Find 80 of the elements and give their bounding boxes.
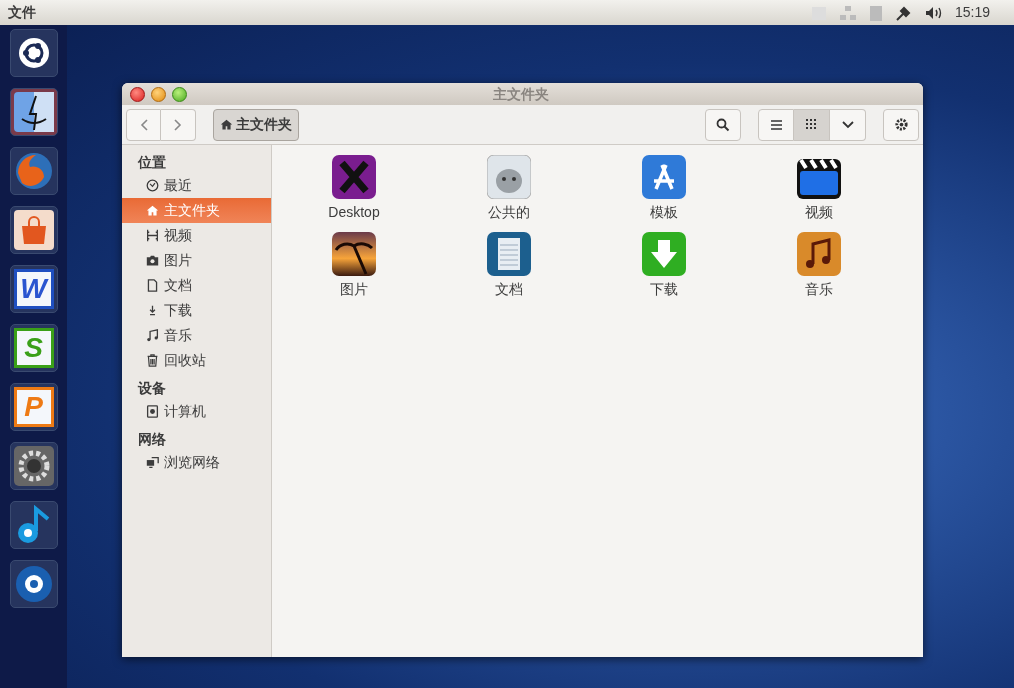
folder-label: 视频 [805, 203, 833, 222]
sidebar-label: 计算机 [164, 402, 206, 421]
folder-item[interactable]: 音乐 [764, 232, 874, 300]
folder-item[interactable]: 图片 [299, 232, 409, 300]
minimize-button[interactable] [151, 86, 166, 102]
grid-icon [806, 119, 817, 130]
search-icon [716, 117, 730, 132]
chevron-right-icon [174, 118, 182, 131]
settings-icon [893, 117, 909, 132]
folder-item[interactable]: 公共的 [454, 155, 564, 223]
folder-item[interactable]: 视频 [764, 155, 874, 223]
palm-sunset-icon [332, 232, 376, 276]
computers-icon [146, 456, 159, 469]
music-note-icon[interactable] [9, 501, 58, 549]
sidebar-item[interactable]: 浏览网络 [122, 450, 271, 475]
document-icon [146, 279, 159, 292]
sidebar-heading: 网络 [137, 429, 167, 449]
list-view-button[interactable] [758, 108, 794, 141]
sidebar-item[interactable]: 音乐 [122, 323, 271, 348]
maximize-button[interactable] [172, 86, 187, 102]
music-note-icon [797, 232, 841, 276]
folder-item[interactable]: 模板 [609, 155, 719, 223]
clock[interactable]: 15:19 [954, 2, 990, 23]
folder-item[interactable]: 下载 [609, 232, 719, 300]
folder-label: 音乐 [805, 280, 833, 299]
folder-item[interactable]: 文档 [454, 232, 564, 300]
folder-label: 模板 [650, 203, 678, 222]
path-button[interactable]: 主文件夹 [213, 108, 299, 141]
sidebar-label: 文档 [164, 276, 192, 295]
list-icon [770, 119, 782, 130]
sidebar-label: 下载 [164, 301, 192, 320]
sidebar-label: 浏览网络 [164, 453, 220, 472]
search-button[interactable] [705, 108, 741, 141]
close-button[interactable] [130, 86, 145, 102]
sidebar-heading: 设备 [136, 378, 167, 398]
letter-x-icon [332, 155, 376, 199]
sidebar-item[interactable]: 回收站 [122, 348, 271, 373]
app-title: 文件 [8, 3, 36, 22]
chevron-left-icon [139, 118, 148, 131]
app-store-icon [642, 155, 686, 199]
settings-button[interactable] [883, 108, 919, 141]
camera-icon [146, 254, 159, 267]
folder-label: 文档 [495, 280, 523, 299]
clock-icon [146, 179, 159, 192]
sidebar-item[interactable]: 文档 [122, 273, 271, 298]
folder-item[interactable]: Desktop [299, 155, 409, 223]
sidebar-item[interactable]: 下载 [122, 298, 271, 323]
fox-globe-icon[interactable] [9, 147, 58, 195]
shopping-bag-icon[interactable] [9, 206, 58, 254]
home-icon [146, 204, 159, 217]
home-icon [220, 118, 233, 131]
sidebar-label: 视频 [164, 226, 192, 245]
sidebar-label: 音乐 [164, 326, 192, 345]
gear-icon[interactable] [9, 442, 58, 490]
sidebar-item[interactable]: 计算机 [122, 399, 271, 424]
sidebar-heading: 位置 [137, 152, 167, 172]
sidebar-item[interactable]: 最近 [122, 173, 271, 198]
sidebar-item[interactable]: 视频 [122, 223, 271, 248]
office-app-icon[interactable]: W [9, 265, 58, 313]
sidebar-item[interactable]: 图片 [122, 248, 271, 273]
round-logo-icon[interactable] [9, 560, 58, 608]
volume-icon[interactable] [924, 5, 943, 20]
notepad-icon [487, 232, 531, 276]
ubuntu-logo-icon[interactable] [9, 29, 58, 77]
music-note-icon [146, 329, 159, 342]
window-title: 主文件夹 [492, 84, 550, 104]
sidebar-label: 图片 [164, 251, 192, 270]
film-icon [146, 229, 159, 242]
sidebar-label: 回收站 [164, 351, 206, 370]
sidebar-label: 主文件夹 [164, 201, 220, 220]
view-options-button[interactable] [830, 108, 866, 141]
folder-label: 图片 [340, 280, 368, 299]
grid-view-button[interactable] [794, 108, 830, 141]
path-label: 主文件夹 [236, 115, 292, 134]
folder-label: Desktop [328, 203, 380, 222]
trash-icon [146, 354, 159, 367]
sidebar-label: 最近 [164, 176, 192, 195]
chevron-down-icon [841, 120, 854, 129]
folder-label: 公共的 [488, 203, 530, 222]
folder-label: 下载 [650, 280, 678, 299]
